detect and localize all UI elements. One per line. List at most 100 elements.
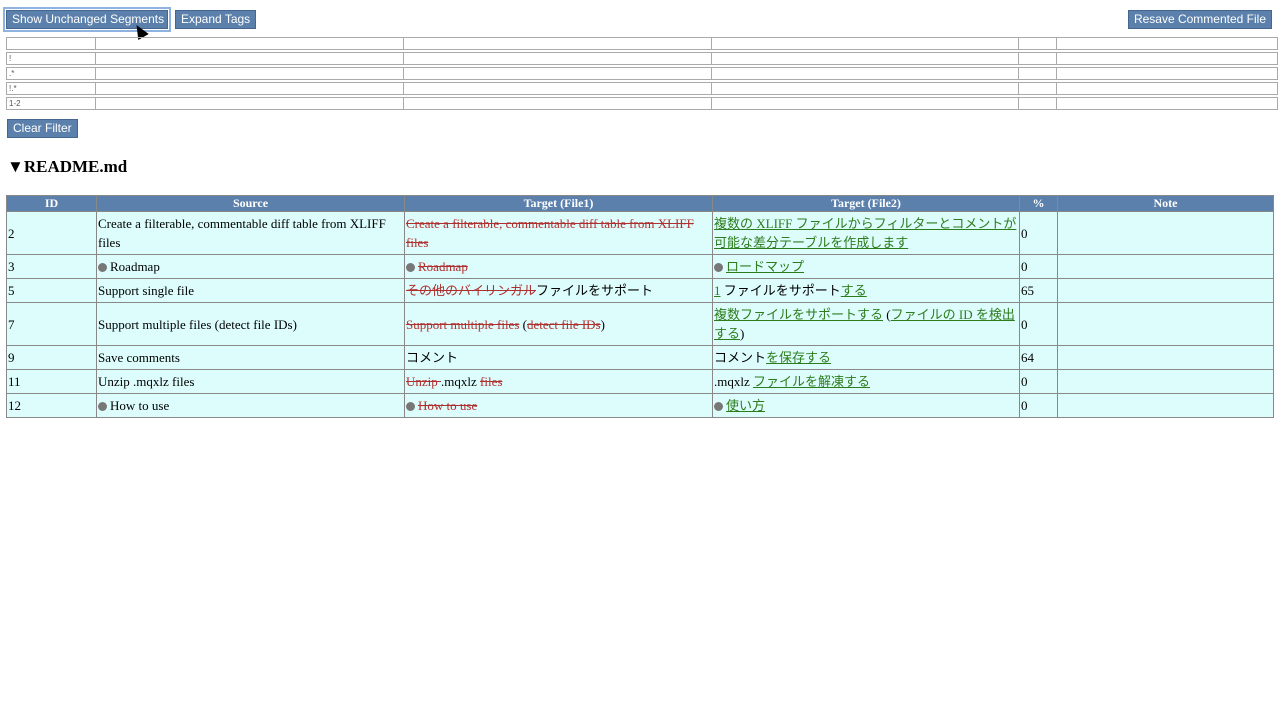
table-row: 11 Unzip .mqxlz files Unzip .mqxlz files .m… xyxy=(6,369,1274,394)
column-header: Target (File2) xyxy=(712,195,1020,212)
unchanged-text: ファイルをサポート xyxy=(536,283,654,298)
column-header: Target (File1) xyxy=(404,195,713,212)
note-cell[interactable] xyxy=(1057,211,1274,255)
id-cell: 9 xyxy=(6,345,97,370)
filter-row: !.* xyxy=(6,82,1278,95)
unchanged-text: ) xyxy=(740,326,745,341)
target2-cell: ロードマップ xyxy=(712,254,1020,279)
target1-cell: Roadmap xyxy=(404,254,713,279)
filter-input-target1[interactable] xyxy=(404,37,712,50)
filter-input-id[interactable]: 1-2 xyxy=(6,97,96,110)
source-cell: Support single file xyxy=(96,278,405,303)
target1-cell: Create a filterable, commentable diff ta… xyxy=(404,211,713,255)
note-cell[interactable] xyxy=(1057,369,1274,394)
percent-cell: 0 xyxy=(1019,254,1058,279)
inserted-text: する xyxy=(840,283,867,298)
filter-input-target1[interactable] xyxy=(404,82,712,95)
filter-input-id[interactable]: .* xyxy=(6,67,96,80)
filter-input-target1[interactable] xyxy=(404,52,712,65)
percent-cell: 64 xyxy=(1019,345,1058,370)
filter-input-id[interactable]: !.* xyxy=(6,82,96,95)
filter-input-source[interactable] xyxy=(96,37,404,50)
note-cell[interactable] xyxy=(1057,278,1274,303)
filter-input-percent[interactable] xyxy=(1019,37,1057,50)
file-section-title[interactable]: ▼README.md xyxy=(7,157,127,177)
filter-input-target2[interactable] xyxy=(712,82,1019,95)
filter-input-note[interactable] xyxy=(1057,67,1278,80)
table-row: 12 How to use How to use 使い方 0 xyxy=(6,393,1274,418)
percent-cell: 0 xyxy=(1019,302,1058,346)
table-row: 9 Save comments コメント コメントを保存する 64 xyxy=(6,345,1274,370)
filter-table: ! .* !.* 1-2 xyxy=(6,35,1278,112)
deleted-text: detect file IDs xyxy=(526,316,601,332)
filter-row xyxy=(6,37,1278,50)
deleted-text: Unzip xyxy=(406,374,442,389)
id-cell: 3 xyxy=(6,254,97,279)
unchanged-text: How to use xyxy=(110,398,170,413)
table-row: 5 Support single file その他のバイリンガルファイルをサポート 1… xyxy=(6,278,1274,303)
tag-icon xyxy=(98,263,107,272)
note-cell[interactable] xyxy=(1057,345,1274,370)
diff-table: ID Source Target (File1) Target (File2)% Not… xyxy=(6,195,1274,418)
column-header: % xyxy=(1019,195,1058,212)
id-cell: 5 xyxy=(6,278,97,303)
filter-input-target2[interactable] xyxy=(712,67,1019,80)
deleted-text: Support multiple files xyxy=(406,316,520,332)
filter-input-note[interactable] xyxy=(1057,97,1278,110)
source-cell: Support multiple files (detect file IDs) xyxy=(96,302,405,346)
unchanged-text: .mqxlz xyxy=(441,374,481,389)
deleted-text: その他のバイリンガル xyxy=(406,283,537,298)
filter-input-percent[interactable] xyxy=(1019,82,1057,95)
target2-cell: 複数ファイルをサポートする (ファイルの ID を検出する) xyxy=(712,302,1020,346)
target1-cell: How to use xyxy=(404,393,713,418)
inserted-text: ファイルを解凍する xyxy=(753,374,871,389)
target2-cell: コメントを保存する xyxy=(712,345,1020,370)
target2-cell: .mqxlz ファイルを解凍する xyxy=(712,369,1020,394)
filter-input-percent[interactable] xyxy=(1019,67,1057,80)
filter-input-source[interactable] xyxy=(96,97,404,110)
note-cell[interactable] xyxy=(1057,254,1274,279)
inserted-text: ロードマップ xyxy=(726,259,805,274)
id-cell: 2 xyxy=(6,211,97,255)
deleted-text: files xyxy=(480,374,503,389)
target2-cell: 複数の XLIFF ファイルからフィルターとコメントが可能な差分テーブルを作成し… xyxy=(712,211,1020,255)
filter-input-percent[interactable] xyxy=(1019,52,1057,65)
table-row: 3 Roadmap Roadmap ロードマップ 0 xyxy=(6,254,1274,279)
filter-input-source[interactable] xyxy=(96,82,404,95)
source-cell: Create a filterable, commentable diff ta… xyxy=(96,211,405,255)
filter-input-note[interactable] xyxy=(1057,52,1278,65)
percent-cell: 65 xyxy=(1019,278,1058,303)
percent-cell: 0 xyxy=(1019,211,1058,255)
filter-input-percent[interactable] xyxy=(1019,97,1057,110)
filter-input-note[interactable] xyxy=(1057,37,1278,50)
expand-tags-button[interactable]: Expand Tags xyxy=(175,10,257,29)
filter-input-source[interactable] xyxy=(96,52,404,65)
note-cell[interactable] xyxy=(1057,393,1274,418)
tag-icon xyxy=(714,402,723,411)
target1-cell: コメント xyxy=(404,345,713,370)
resave-commented-file-button[interactable]: Resave Commented File xyxy=(1127,10,1272,29)
percent-cell: 0 xyxy=(1019,393,1058,418)
filter-input-id[interactable] xyxy=(6,37,96,50)
target2-cell: 1 ファイルをサポートする xyxy=(712,278,1020,303)
filter-input-target2[interactable] xyxy=(712,97,1019,110)
unchanged-text: ファイルをサポート xyxy=(720,283,841,298)
filter-input-target1[interactable] xyxy=(404,67,712,80)
deleted-text: Roadmap xyxy=(418,259,468,274)
column-header: ID xyxy=(6,195,97,212)
id-cell: 12 xyxy=(6,393,97,418)
filter-input-id[interactable]: ! xyxy=(6,52,96,65)
filter-input-note[interactable] xyxy=(1057,82,1278,95)
unchanged-text: ( xyxy=(519,316,527,332)
filter-input-source[interactable] xyxy=(96,67,404,80)
filter-row: 1-2 xyxy=(6,97,1278,110)
unchanged-text: ) xyxy=(600,316,605,332)
note-cell[interactable] xyxy=(1057,302,1274,346)
clear-filter-button[interactable]: Clear Filter xyxy=(7,119,78,138)
filter-input-target2[interactable] xyxy=(712,52,1019,65)
id-cell: 11 xyxy=(6,369,97,394)
filter-input-target1[interactable] xyxy=(404,97,712,110)
filter-input-target2[interactable] xyxy=(712,37,1019,50)
unchanged-text: コメント xyxy=(714,350,767,365)
unchanged-text: ( xyxy=(883,307,891,322)
